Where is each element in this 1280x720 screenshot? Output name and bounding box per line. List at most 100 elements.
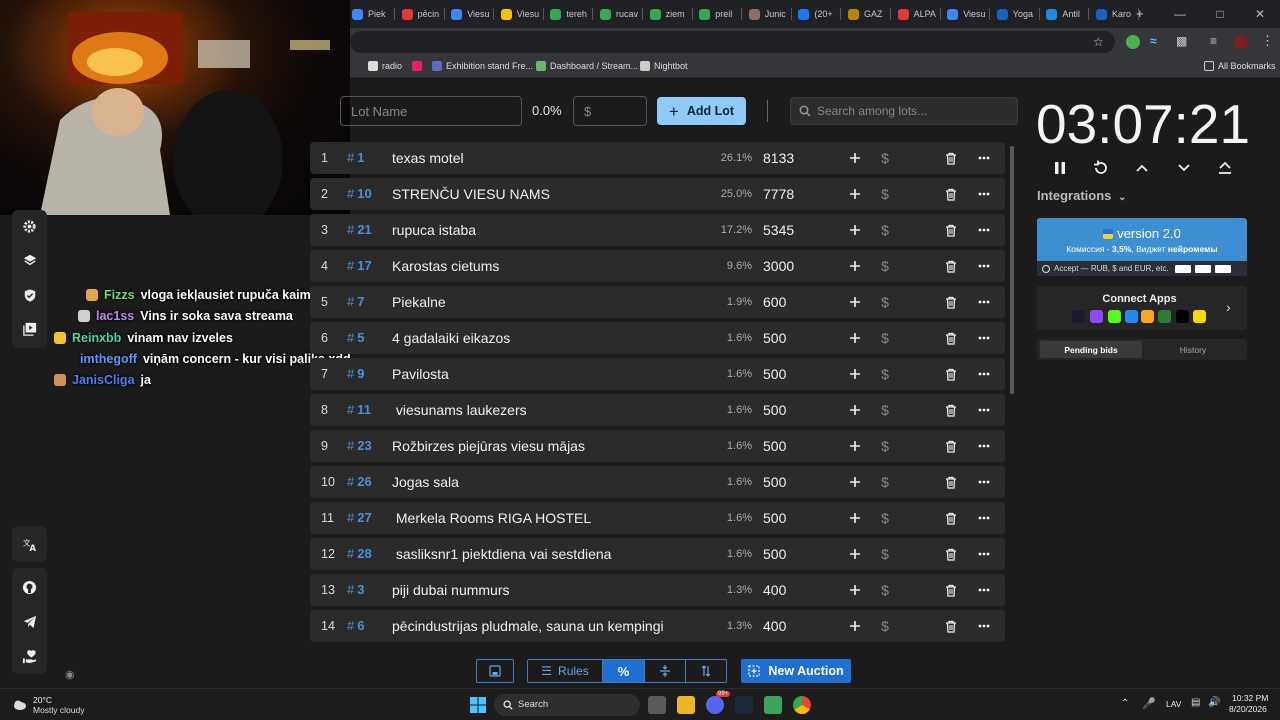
- file-explorer-icon[interactable]: [677, 696, 695, 714]
- trash-icon[interactable]: [941, 328, 961, 348]
- more-options-icon[interactable]: [974, 220, 994, 240]
- trash-icon[interactable]: [941, 508, 961, 528]
- browser-tab[interactable]: ziem: [644, 3, 693, 25]
- add-amount-icon[interactable]: [845, 400, 865, 420]
- donate-icon[interactable]: [12, 642, 47, 670]
- lot-name[interactable]: texas motel: [392, 150, 464, 166]
- connect-apps-card[interactable]: Connect Apps ›: [1037, 286, 1247, 330]
- reset-timer-button[interactable]: [1089, 157, 1113, 179]
- extension-icon[interactable]: [1126, 35, 1140, 49]
- subtract-time-button[interactable]: [1172, 157, 1196, 179]
- search-input[interactable]: [817, 98, 1015, 124]
- trash-icon[interactable]: [941, 400, 961, 420]
- add-amount-icon[interactable]: [845, 364, 865, 384]
- browser-tab[interactable]: GAZ: [842, 3, 891, 25]
- bookmark-item[interactable]: Nightbot: [640, 61, 688, 71]
- integrations-toggle[interactable]: Integrations ⌄: [1037, 188, 1126, 203]
- trash-icon[interactable]: [941, 544, 961, 564]
- dollar-icon[interactable]: $: [875, 472, 895, 492]
- add-amount-icon[interactable]: [845, 472, 865, 492]
- lot-row[interactable]: 13 #3 piji dubai nummurs 1.3% 400 $: [310, 574, 1005, 606]
- browser-tab[interactable]: rucav: [594, 3, 643, 25]
- browser-tab[interactable]: Yoga: [991, 3, 1040, 25]
- dollar-icon[interactable]: $: [875, 364, 895, 384]
- add-amount-icon[interactable]: [845, 508, 865, 528]
- trash-icon[interactable]: [941, 220, 961, 240]
- more-options-icon[interactable]: [974, 544, 994, 564]
- more-options-icon[interactable]: [974, 328, 994, 348]
- lot-row[interactable]: 8 #11 viesunams laukezers 1.6% 500 $: [310, 394, 1005, 426]
- dollar-icon[interactable]: $: [875, 616, 895, 636]
- dollar-icon[interactable]: $: [875, 544, 895, 564]
- add-amount-icon[interactable]: [845, 544, 865, 564]
- trash-icon[interactable]: [941, 616, 961, 636]
- pause-button[interactable]: [1048, 157, 1072, 179]
- trash-icon[interactable]: [941, 256, 961, 276]
- more-options-icon[interactable]: [974, 436, 994, 456]
- lot-amount[interactable]: 500: [763, 510, 786, 526]
- lot-amount[interactable]: 400: [763, 618, 786, 634]
- eye-icon[interactable]: ◉: [65, 668, 75, 681]
- dollar-icon[interactable]: $: [875, 256, 895, 276]
- lot-amount[interactable]: 5345: [763, 222, 794, 238]
- windows-start-icon[interactable]: [469, 696, 487, 714]
- lot-name[interactable]: Rožbirzes piejūras viesu mājas: [392, 438, 585, 454]
- add-amount-icon[interactable]: [845, 220, 865, 240]
- new-auction-button[interactable]: New Auction: [741, 659, 851, 683]
- lot-name[interactable]: pēcindustrijas pludmale, sauna un kempin…: [392, 618, 664, 634]
- profile-avatar[interactable]: [1234, 35, 1248, 49]
- tab-pending-bids[interactable]: Pending bids: [1040, 341, 1142, 358]
- trash-icon[interactable]: [941, 184, 961, 204]
- browser-tab[interactable]: preil: [693, 3, 743, 25]
- settings-gear-icon[interactable]: [12, 212, 47, 240]
- add-amount-icon[interactable]: [845, 580, 865, 600]
- dollar-icon[interactable]: $: [875, 292, 895, 312]
- lot-name-input[interactable]: [340, 96, 522, 126]
- lot-name[interactable]: STRENČU VIESU NAMS: [392, 186, 550, 202]
- lot-row[interactable]: 12 #28 sasliksnr1 piektdiena vai sestdien…: [310, 538, 1005, 570]
- browser-tab[interactable]: pēcin: [396, 3, 445, 25]
- trash-icon[interactable]: [941, 472, 961, 492]
- trash-icon[interactable]: [941, 580, 961, 600]
- taskbar-search[interactable]: Search: [494, 694, 640, 716]
- add-amount-icon[interactable]: [845, 184, 865, 204]
- sort-button[interactable]: [686, 659, 727, 683]
- lot-amount[interactable]: 500: [763, 474, 786, 490]
- clock-date[interactable]: 8/20/2026: [1229, 704, 1267, 714]
- bookmark-item[interactable]: Exhibition stand Fre...: [432, 61, 533, 71]
- dollar-icon[interactable]: $: [875, 220, 895, 240]
- dollar-icon[interactable]: $: [875, 184, 895, 204]
- add-time-button[interactable]: [1130, 157, 1154, 179]
- search-box[interactable]: [790, 97, 1018, 125]
- browser-tab[interactable]: (20+: [792, 3, 842, 25]
- shield-icon[interactable]: [12, 281, 47, 309]
- clock-time[interactable]: 10:32 PM: [1232, 693, 1268, 703]
- bookmark-item[interactable]: [412, 61, 426, 71]
- language-indicator[interactable]: LAV: [1166, 699, 1181, 709]
- more-options-icon[interactable]: [974, 292, 994, 312]
- more-options-icon[interactable]: [974, 472, 994, 492]
- telegram-icon[interactable]: [12, 608, 47, 636]
- tray-expand-icon[interactable]: ⌃: [1121, 698, 1129, 709]
- browser-tab[interactable]: Piek: [346, 3, 395, 25]
- github-icon[interactable]: [12, 573, 47, 601]
- lot-row[interactable]: 10 #26 Jogas sala 1.6% 500 $: [310, 466, 1005, 498]
- lot-amount[interactable]: 500: [763, 402, 786, 418]
- url-field[interactable]: [350, 31, 1115, 53]
- lot-row[interactable]: 6 #5 4 gadalaiki eikazos 1.6% 500 $: [310, 322, 1005, 354]
- lot-amount[interactable]: 500: [763, 330, 786, 346]
- add-amount-icon[interactable]: [845, 616, 865, 636]
- dollar-icon[interactable]: $: [875, 436, 895, 456]
- lot-name[interactable]: Merkela Rooms RIGA HOSTEL: [392, 510, 591, 526]
- lot-row[interactable]: 2 #10 STRENČU VIESU NAMS 25.0% 7778 $: [310, 178, 1005, 210]
- lot-row[interactable]: 4 #17 Karostas cietums 9.6% 3000 $: [310, 250, 1005, 282]
- browser-tab[interactable]: ALPA: [892, 3, 941, 25]
- version-promo-card[interactable]: version 2.0 Комиссия - 3,5%, Виджет нейр…: [1037, 218, 1247, 276]
- bookmark-item[interactable]: Dashboard / Stream...: [536, 61, 638, 71]
- steam-icon[interactable]: [735, 696, 753, 714]
- task-view-icon[interactable]: [648, 696, 666, 714]
- translate-icon[interactable]: 文A: [12, 530, 47, 558]
- amount-input[interactable]: [573, 96, 647, 126]
- lot-amount[interactable]: 600: [763, 294, 786, 310]
- lot-amount[interactable]: 500: [763, 438, 786, 454]
